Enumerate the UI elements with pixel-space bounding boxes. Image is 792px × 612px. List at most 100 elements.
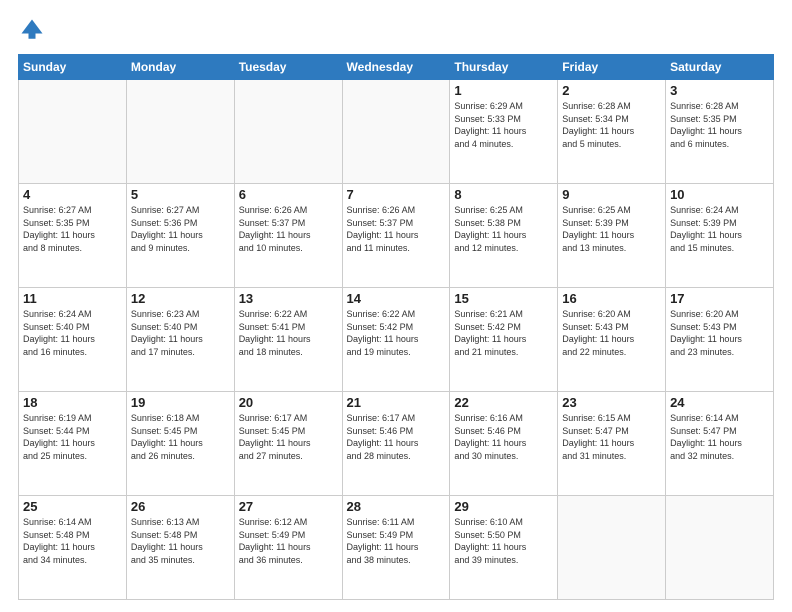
calendar-cell: 9 Sunrise: 6:25 AMSunset: 5:39 PMDaylight… (558, 184, 666, 288)
calendar-cell: 24 Sunrise: 6:14 AMSunset: 5:47 PMDayligh… (666, 392, 774, 496)
calendar-cell: 15 Sunrise: 6:21 AMSunset: 5:42 PMDayligh… (450, 288, 558, 392)
day-info: Sunrise: 6:25 AMSunset: 5:39 PMDaylight:… (562, 204, 661, 254)
calendar-cell (19, 80, 127, 184)
calendar-cell (126, 80, 234, 184)
day-number: 23 (562, 395, 661, 410)
calendar-cell: 18 Sunrise: 6:19 AMSunset: 5:44 PMDayligh… (19, 392, 127, 496)
day-number: 18 (23, 395, 122, 410)
day-info: Sunrise: 6:22 AMSunset: 5:41 PMDaylight:… (239, 308, 338, 358)
logo (18, 16, 50, 44)
calendar-cell: 11 Sunrise: 6:24 AMSunset: 5:40 PMDayligh… (19, 288, 127, 392)
calendar-cell: 16 Sunrise: 6:20 AMSunset: 5:43 PMDayligh… (558, 288, 666, 392)
day-number: 3 (670, 83, 769, 98)
week-row-3: 18 Sunrise: 6:19 AMSunset: 5:44 PMDayligh… (19, 392, 774, 496)
day-info: Sunrise: 6:17 AMSunset: 5:46 PMDaylight:… (347, 412, 446, 462)
calendar-cell: 5 Sunrise: 6:27 AMSunset: 5:36 PMDaylight… (126, 184, 234, 288)
day-number: 19 (131, 395, 230, 410)
day-number: 29 (454, 499, 553, 514)
day-number: 14 (347, 291, 446, 306)
calendar-cell: 21 Sunrise: 6:17 AMSunset: 5:46 PMDayligh… (342, 392, 450, 496)
day-number: 6 (239, 187, 338, 202)
calendar-cell (666, 496, 774, 600)
calendar-cell: 2Sunrise: 6:28 AMSunset: 5:34 PMDaylight… (558, 80, 666, 184)
day-number: 26 (131, 499, 230, 514)
weekday-header-sunday: Sunday (19, 55, 127, 80)
day-info: Sunrise: 6:23 AMSunset: 5:40 PMDaylight:… (131, 308, 230, 358)
calendar-cell: 28Sunrise: 6:11 AMSunset: 5:49 PMDayligh… (342, 496, 450, 600)
weekday-header-wednesday: Wednesday (342, 55, 450, 80)
day-number: 25 (23, 499, 122, 514)
calendar-cell: 22 Sunrise: 6:16 AMSunset: 5:46 PMDayligh… (450, 392, 558, 496)
calendar-cell (558, 496, 666, 600)
day-info: Sunrise: 6:14 AMSunset: 5:47 PMDaylight:… (670, 412, 769, 462)
calendar-cell: 12 Sunrise: 6:23 AMSunset: 5:40 PMDayligh… (126, 288, 234, 392)
calendar-cell: 19 Sunrise: 6:18 AMSunset: 5:45 PMDayligh… (126, 392, 234, 496)
calendar-cell: 29 Sunrise: 6:10 AMSunset: 5:50 PMDayligh… (450, 496, 558, 600)
calendar-cell: 25Sunrise: 6:14 AMSunset: 5:48 PMDayligh… (19, 496, 127, 600)
day-info: Sunrise: 6:12 AMSunset: 5:49 PMDaylight:… (239, 516, 338, 566)
weekday-header-monday: Monday (126, 55, 234, 80)
calendar-cell: 6 Sunrise: 6:26 AMSunset: 5:37 PMDaylight… (234, 184, 342, 288)
day-info: Sunrise: 6:10 AMSunset: 5:50 PMDaylight:… (454, 516, 553, 566)
calendar-cell: 27 Sunrise: 6:12 AMSunset: 5:49 PMDayligh… (234, 496, 342, 600)
day-number: 7 (347, 187, 446, 202)
day-info: Sunrise: 6:25 AMSunset: 5:38 PMDaylight:… (454, 204, 553, 254)
day-info: Sunrise: 6:28 AMSunset: 5:35 PMDaylight:… (670, 100, 769, 150)
calendar-cell: 10Sunrise: 6:24 AMSunset: 5:39 PMDayligh… (666, 184, 774, 288)
day-info: Sunrise: 6:20 AMSunset: 5:43 PMDaylight:… (562, 308, 661, 358)
day-info: Sunrise: 6:20 AMSunset: 5:43 PMDaylight:… (670, 308, 769, 358)
day-number: 5 (131, 187, 230, 202)
day-info: Sunrise: 6:19 AMSunset: 5:44 PMDaylight:… (23, 412, 122, 462)
weekday-header-friday: Friday (558, 55, 666, 80)
day-info: Sunrise: 6:16 AMSunset: 5:46 PMDaylight:… (454, 412, 553, 462)
header (18, 16, 774, 44)
day-info: Sunrise: 6:28 AMSunset: 5:34 PMDaylight:… (562, 100, 661, 150)
day-number: 22 (454, 395, 553, 410)
calendar-cell: 17 Sunrise: 6:20 AMSunset: 5:43 PMDayligh… (666, 288, 774, 392)
day-number: 11 (23, 291, 122, 306)
day-info: Sunrise: 6:26 AMSunset: 5:37 PMDaylight:… (347, 204, 446, 254)
calendar-cell: 26 Sunrise: 6:13 AMSunset: 5:48 PMDayligh… (126, 496, 234, 600)
day-number: 16 (562, 291, 661, 306)
day-info: Sunrise: 6:26 AMSunset: 5:37 PMDaylight:… (239, 204, 338, 254)
day-number: 24 (670, 395, 769, 410)
week-row-1: 4Sunrise: 6:27 AMSunset: 5:35 PMDaylight… (19, 184, 774, 288)
day-info: Sunrise: 6:17 AMSunset: 5:45 PMDaylight:… (239, 412, 338, 462)
day-number: 9 (562, 187, 661, 202)
day-info: Sunrise: 6:27 AMSunset: 5:36 PMDaylight:… (131, 204, 230, 254)
day-number: 17 (670, 291, 769, 306)
day-number: 13 (239, 291, 338, 306)
day-number: 21 (347, 395, 446, 410)
day-info: Sunrise: 6:18 AMSunset: 5:45 PMDaylight:… (131, 412, 230, 462)
week-row-4: 25Sunrise: 6:14 AMSunset: 5:48 PMDayligh… (19, 496, 774, 600)
calendar-cell: 14 Sunrise: 6:22 AMSunset: 5:42 PMDayligh… (342, 288, 450, 392)
day-info: Sunrise: 6:13 AMSunset: 5:48 PMDaylight:… (131, 516, 230, 566)
calendar-cell (342, 80, 450, 184)
calendar-cell: 4Sunrise: 6:27 AMSunset: 5:35 PMDaylight… (19, 184, 127, 288)
day-number: 10 (670, 187, 769, 202)
calendar-cell: 23 Sunrise: 6:15 AMSunset: 5:47 PMDayligh… (558, 392, 666, 496)
weekday-header-saturday: Saturday (666, 55, 774, 80)
day-info: Sunrise: 6:22 AMSunset: 5:42 PMDaylight:… (347, 308, 446, 358)
day-info: Sunrise: 6:29 AMSunset: 5:33 PMDaylight:… (454, 100, 553, 150)
day-info: Sunrise: 6:27 AMSunset: 5:35 PMDaylight:… (23, 204, 122, 254)
calendar-cell: 8 Sunrise: 6:25 AMSunset: 5:38 PMDaylight… (450, 184, 558, 288)
day-info: Sunrise: 6:15 AMSunset: 5:47 PMDaylight:… (562, 412, 661, 462)
calendar-cell: 1Sunrise: 6:29 AMSunset: 5:33 PMDaylight… (450, 80, 558, 184)
week-row-0: 1Sunrise: 6:29 AMSunset: 5:33 PMDaylight… (19, 80, 774, 184)
weekday-header-thursday: Thursday (450, 55, 558, 80)
weekday-header-tuesday: Tuesday (234, 55, 342, 80)
day-number: 12 (131, 291, 230, 306)
calendar-table: SundayMondayTuesdayWednesdayThursdayFrid… (18, 54, 774, 600)
day-number: 20 (239, 395, 338, 410)
day-number: 8 (454, 187, 553, 202)
weekday-header-row: SundayMondayTuesdayWednesdayThursdayFrid… (19, 55, 774, 80)
day-number: 28 (347, 499, 446, 514)
day-info: Sunrise: 6:21 AMSunset: 5:42 PMDaylight:… (454, 308, 553, 358)
day-number: 15 (454, 291, 553, 306)
logo-icon (18, 16, 46, 44)
page: SundayMondayTuesdayWednesdayThursdayFrid… (0, 0, 792, 612)
day-number: 27 (239, 499, 338, 514)
calendar-cell (234, 80, 342, 184)
day-info: Sunrise: 6:24 AMSunset: 5:40 PMDaylight:… (23, 308, 122, 358)
